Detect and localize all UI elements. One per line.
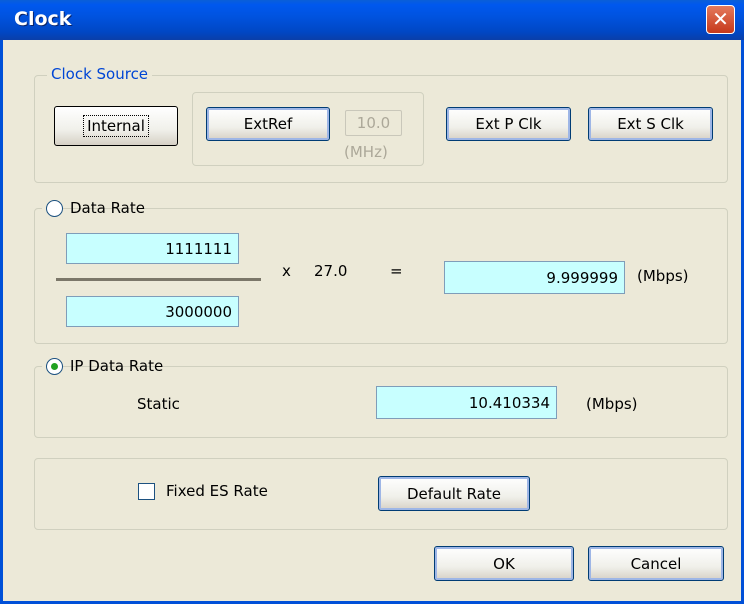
multiplier-value: 27.0 bbox=[314, 262, 348, 280]
extref-frequency-field: 10.0 bbox=[345, 110, 402, 136]
title-bar: Clock ✕ bbox=[0, 0, 744, 40]
extref-button[interactable]: ExtRef bbox=[206, 107, 330, 141]
ext-s-clk-button[interactable]: Ext S Clk bbox=[588, 107, 713, 141]
radio-selected-dot bbox=[51, 363, 58, 370]
internal-button-label: Internal bbox=[83, 115, 149, 137]
close-icon: ✕ bbox=[712, 7, 729, 31]
default-rate-label: Default Rate bbox=[407, 484, 501, 503]
cancel-button[interactable]: Cancel bbox=[588, 546, 724, 581]
internal-button[interactable]: Internal bbox=[54, 106, 178, 146]
data-rate-result-field[interactable]: 9.999999 bbox=[444, 261, 625, 294]
ip-data-rate-label: IP Data Rate bbox=[70, 357, 164, 375]
ext-p-clk-button[interactable]: Ext P Clk bbox=[446, 107, 571, 141]
data-rate-legend[interactable]: Data Rate bbox=[42, 199, 145, 219]
ext-s-clk-label: Ext S Clk bbox=[617, 115, 684, 133]
fraction-line bbox=[56, 278, 261, 281]
window-title: Clock bbox=[14, 8, 72, 30]
fixed-es-rate-checkbox[interactable] bbox=[138, 483, 155, 500]
extref-button-label: ExtRef bbox=[243, 115, 293, 133]
default-rate-button[interactable]: Default Rate bbox=[378, 476, 530, 511]
equals-sign: = bbox=[390, 262, 403, 280]
ext-p-clk-label: Ext P Clk bbox=[475, 115, 542, 133]
ok-button[interactable]: OK bbox=[434, 546, 574, 581]
close-button[interactable]: ✕ bbox=[706, 5, 735, 34]
numerator-field[interactable]: 1111111 bbox=[66, 233, 239, 264]
ip-data-rate-legend[interactable]: IP Data Rate bbox=[42, 357, 163, 377]
ip-rate-mode: Static bbox=[137, 395, 180, 413]
denominator-field[interactable]: 3000000 bbox=[66, 296, 239, 327]
ok-label: OK bbox=[493, 554, 515, 573]
data-rate-radio[interactable] bbox=[46, 200, 63, 217]
ip-data-rate-field[interactable]: 10.410334 bbox=[376, 386, 557, 419]
clock-dialog: Clock ✕ Clock Source Internal ExtRef 10.… bbox=[0, 0, 744, 604]
data-rate-label: Data Rate bbox=[70, 199, 145, 217]
extref-unit: (MHz) bbox=[344, 143, 388, 161]
data-rate-unit: (Mbps) bbox=[637, 267, 689, 285]
ip-data-rate-radio[interactable] bbox=[46, 358, 63, 375]
clock-source-legend: Clock Source bbox=[47, 65, 153, 83]
multiply-sign: x bbox=[282, 262, 291, 280]
ip-data-rate-unit: (Mbps) bbox=[586, 395, 638, 413]
fixed-es-rate-label: Fixed ES Rate bbox=[166, 482, 268, 500]
cancel-label: Cancel bbox=[630, 554, 682, 573]
